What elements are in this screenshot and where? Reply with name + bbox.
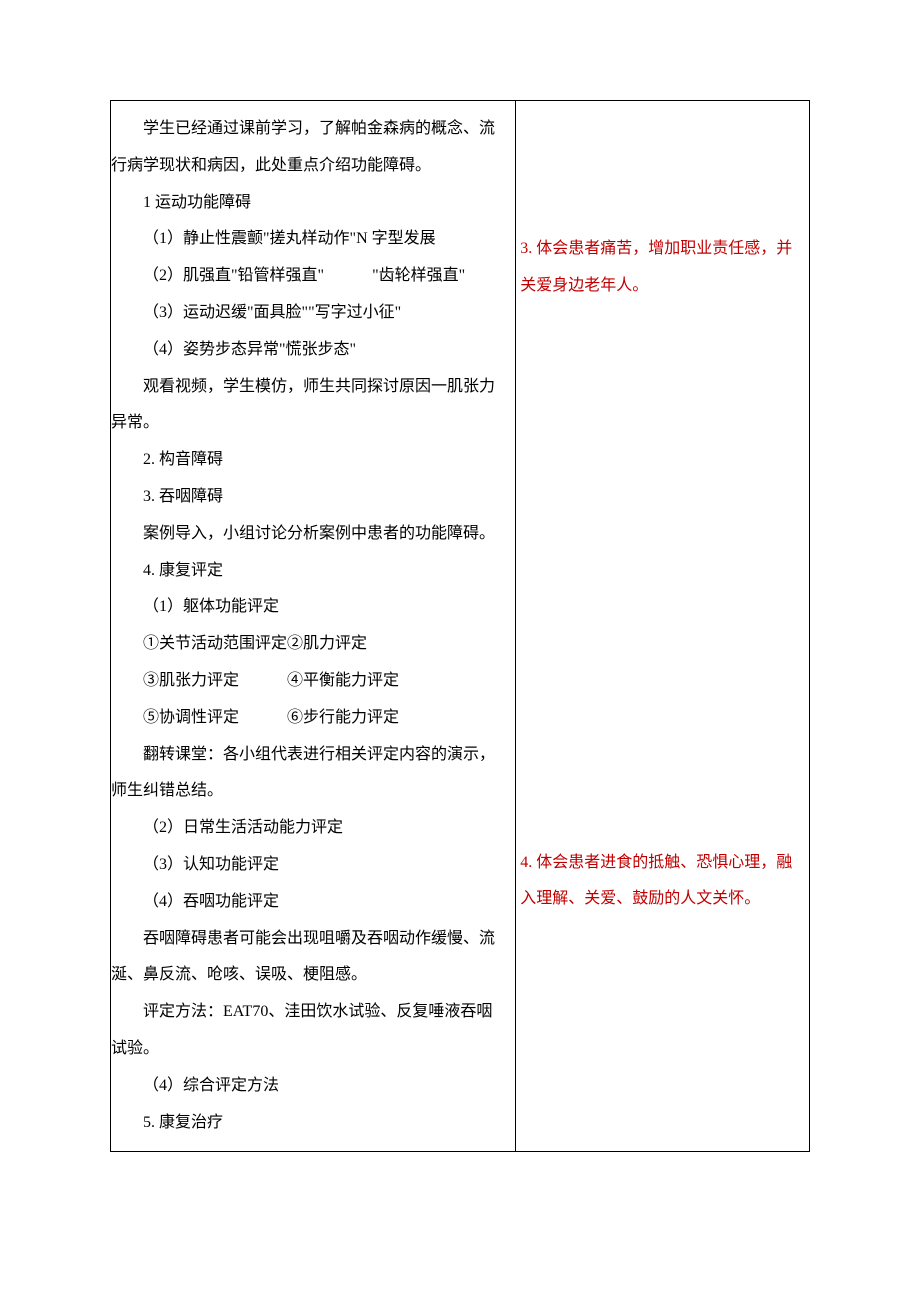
section-1-title: 1 运动功能障碍 bbox=[111, 185, 507, 222]
section-1-item-2: （2）肌强直"铅管样强直" "齿轮样强直" bbox=[111, 258, 507, 295]
section-2: 2. 构音障碍 bbox=[111, 442, 507, 479]
right-cell: 3. 体会患者痛苦，增加职业责任感，并关爱身边老年人。 4. 体会患者进食的抵触… bbox=[516, 101, 810, 1152]
spacer-top bbox=[520, 111, 803, 231]
section-3: 3. 吞咽障碍 bbox=[111, 479, 507, 516]
flip-classroom: 翻转课堂：各小组代表进行相关评定内容的演示，师生纠错总结。 bbox=[111, 737, 507, 811]
section-1-item-2a: （2）肌强直"铅管样强直" bbox=[143, 267, 324, 284]
intro-text: 学生已经通过课前学习，了解帕金森病的概念、流行病学现状和病因，此处重点介绍功能障… bbox=[111, 111, 507, 185]
section-1-item-1: （1）静止性震颤"搓丸样动作"N 字型发展 bbox=[111, 221, 507, 258]
content-table: 学生已经通过课前学习，了解帕金森病的概念、流行病学现状和病因，此处重点介绍功能障… bbox=[110, 100, 810, 1152]
spacer-mid bbox=[520, 305, 803, 845]
section-4-1: （1）躯体功能评定 bbox=[111, 589, 507, 626]
case-intro: 案例导入，小组讨论分析案例中患者的功能障碍。 bbox=[111, 516, 507, 553]
section-1-item-3: （3）运动迟缓"面具脸""写字过小征" bbox=[111, 295, 507, 332]
section-4-1-row-b: ③肌张力评定 ④平衡能力评定 bbox=[111, 663, 507, 700]
section-4: 4. 康复评定 bbox=[111, 553, 507, 590]
section-1-note: 观看视频，学生模仿，师生共同探讨原因一肌张力异常。 bbox=[111, 369, 507, 443]
section-4-2: （2）日常生活活动能力评定 bbox=[111, 810, 507, 847]
eval-item-3: ③肌张力评定 bbox=[143, 672, 239, 689]
section-4-1-row-a: ①关节活动范围评定②肌力评定 bbox=[111, 626, 507, 663]
section-4-5: （4）综合评定方法 bbox=[111, 1068, 507, 1105]
section-4-1-row-c: ⑤协调性评定 ⑥步行能力评定 bbox=[111, 700, 507, 737]
note-4: 4. 体会患者进食的抵触、恐惧心理，融入理解、关爱、鼓励的人文关怀。 bbox=[520, 845, 803, 919]
eval-item-4: ④平衡能力评定 bbox=[287, 672, 399, 689]
section-1-item-4: （4）姿势步态异常"慌张步态" bbox=[111, 332, 507, 369]
note-3: 3. 体会患者痛苦，增加职业责任感，并关爱身边老年人。 bbox=[520, 231, 803, 305]
eval-item-5: ⑤协调性评定 bbox=[143, 709, 239, 726]
eval-method: 评定方法：EAT70、洼田饮水试验、反复唾液吞咽试验。 bbox=[111, 994, 507, 1068]
eval-item-6: ⑥步行能力评定 bbox=[287, 709, 399, 726]
left-cell: 学生已经通过课前学习，了解帕金森病的概念、流行病学现状和病因，此处重点介绍功能障… bbox=[111, 101, 516, 1152]
swallow-note: 吞咽障碍患者可能会出现咀嚼及吞咽动作缓慢、流涎、鼻反流、呛咳、误吸、梗阻感。 bbox=[111, 921, 507, 995]
section-5: 5. 康复治疗 bbox=[111, 1105, 507, 1142]
section-1-item-2b: "齿轮样强直" bbox=[372, 267, 465, 284]
section-4-4: （4）吞咽功能评定 bbox=[111, 884, 507, 921]
section-4-3: （3）认知功能评定 bbox=[111, 847, 507, 884]
